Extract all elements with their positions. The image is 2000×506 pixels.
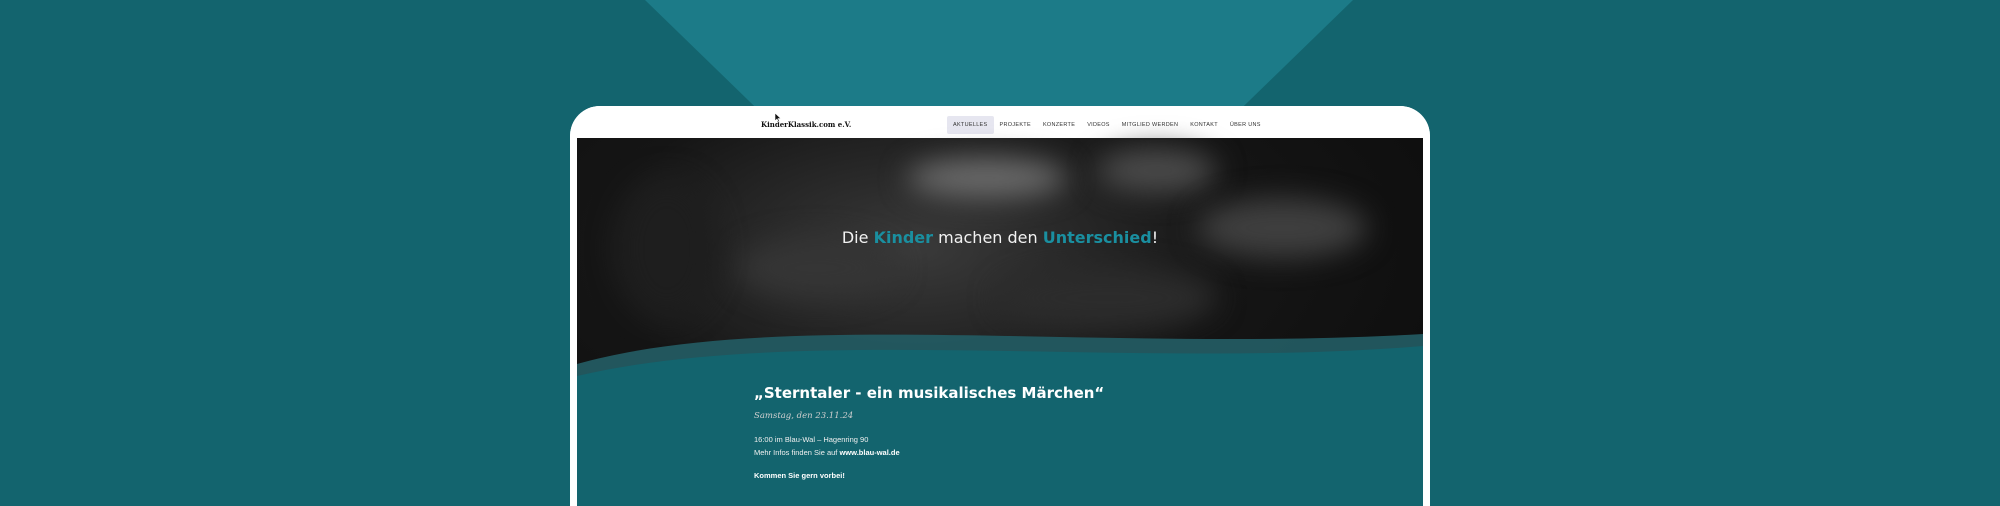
device-frame: KinderKlassik.com e.V. AKTUELLES PROJEKT…: [570, 106, 1430, 506]
event-website-link[interactable]: www.blau-wal.de: [839, 448, 899, 457]
event-section: „Sterntaler - ein musikalisches Märchen“…: [754, 384, 1354, 480]
nav-item-aktuelles[interactable]: AKTUELLES: [947, 116, 994, 134]
event-more-info: Mehr Infos finden Sie auf www.blau-wal.d…: [754, 447, 900, 457]
main-nav: AKTUELLES PROJEKTE KONZERTE VIDEOS MITGL…: [947, 116, 1267, 134]
nav-item-projekte[interactable]: PROJEKTE: [994, 116, 1037, 134]
nav-item-konzerte[interactable]: KONZERTE: [1037, 116, 1081, 134]
event-date: Samstag, den 23.11.24: [754, 411, 854, 421]
site-header: KinderKlassik.com e.V. AKTUELLES PROJEKT…: [570, 106, 1430, 138]
nav-item-videos[interactable]: VIDEOS: [1081, 116, 1116, 134]
nav-item-mitglied-werden[interactable]: MITGLIED WERDEN: [1116, 116, 1184, 134]
nav-item-ueber-uns[interactable]: ÜBER UNS: [1224, 116, 1267, 134]
mouse-cursor-icon: [774, 112, 782, 123]
event-cta: Kommen Sie gern vorbei!: [754, 471, 845, 480]
event-title: „Sterntaler - ein musikalisches Märchen“: [754, 384, 1105, 402]
event-location: 16:00 im Blau-Wal – Hagenring 90: [754, 435, 869, 444]
event-info: 16:00 im Blau-Wal – Hagenring 90 Mehr In…: [754, 434, 1354, 459]
nav-item-kontakt[interactable]: KONTAKT: [1184, 116, 1224, 134]
background-shape: [645, 0, 1353, 110]
